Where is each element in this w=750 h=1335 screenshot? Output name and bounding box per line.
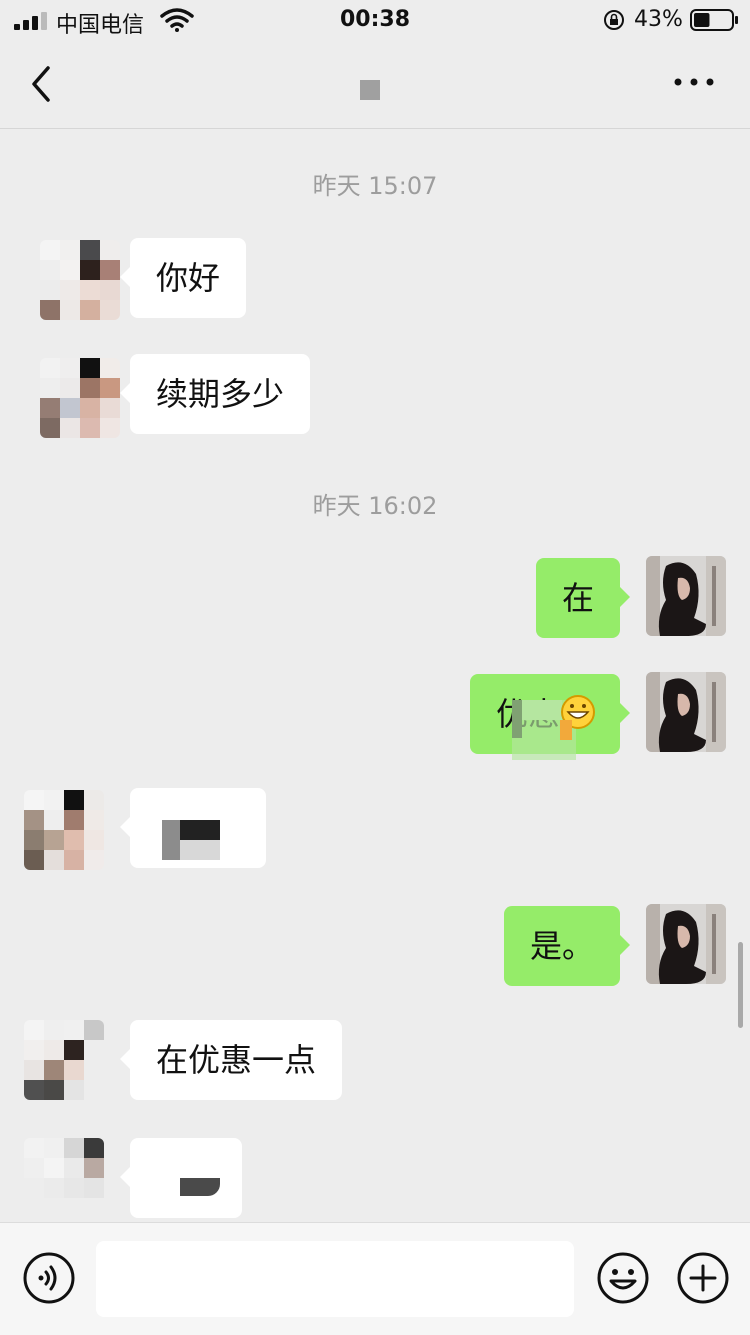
contact-avatar[interactable] bbox=[24, 1138, 104, 1218]
more-dots-icon[interactable] bbox=[672, 72, 716, 92]
redacted-content bbox=[180, 840, 220, 860]
battery-percent: 43% bbox=[634, 7, 683, 32]
message-text: 在优惠一点 bbox=[156, 1041, 317, 1079]
user-photo-icon bbox=[646, 556, 726, 636]
message-bubble-sent[interactable]: 在 bbox=[535, 558, 631, 638]
redacted-content bbox=[162, 820, 180, 860]
timestamp: 昨天 15:07 bbox=[312, 172, 438, 200]
message-text: 续期多少 bbox=[156, 375, 285, 413]
rotation-lock-icon bbox=[604, 10, 624, 30]
timestamp: 昨天 16:02 bbox=[312, 492, 438, 520]
message-bubble-received[interactable]: 续期多少 bbox=[119, 354, 311, 434]
chevron-left-icon[interactable] bbox=[24, 62, 64, 106]
my-avatar[interactable] bbox=[646, 556, 726, 636]
scroll-indicator[interactable] bbox=[738, 942, 743, 1028]
message-text: 是。 bbox=[529, 927, 594, 965]
contact-avatar[interactable] bbox=[40, 240, 120, 320]
contact-avatar[interactable] bbox=[24, 1020, 104, 1100]
voice-icon[interactable] bbox=[22, 1251, 76, 1305]
my-avatar[interactable] bbox=[646, 904, 726, 984]
redacted-content bbox=[560, 720, 572, 740]
redacted-content bbox=[180, 1178, 220, 1196]
message-text: 在 bbox=[561, 579, 594, 617]
message-input[interactable] bbox=[96, 1241, 574, 1317]
smile-icon[interactable] bbox=[596, 1251, 650, 1305]
user-photo-icon bbox=[646, 672, 726, 752]
message-text: 你好 bbox=[156, 259, 221, 297]
user-photo-icon bbox=[646, 904, 726, 984]
plus-circle-icon[interactable] bbox=[676, 1251, 730, 1305]
message-bubble-received[interactable]: 在优惠一点 bbox=[119, 1020, 343, 1100]
message-input-bar bbox=[0, 1222, 750, 1335]
contact-avatar[interactable] bbox=[24, 790, 104, 870]
message-bubble-sent[interactable]: 是。 bbox=[503, 906, 631, 986]
battery-icon bbox=[690, 9, 738, 31]
message-bubble-received[interactable]: 你好 bbox=[119, 238, 247, 318]
my-avatar[interactable] bbox=[646, 672, 726, 752]
redacted-content bbox=[180, 820, 220, 840]
contact-avatar[interactable] bbox=[40, 358, 120, 438]
title-redacted bbox=[360, 80, 380, 100]
status-bar: 中国电信 00:38 43% bbox=[0, 0, 750, 40]
